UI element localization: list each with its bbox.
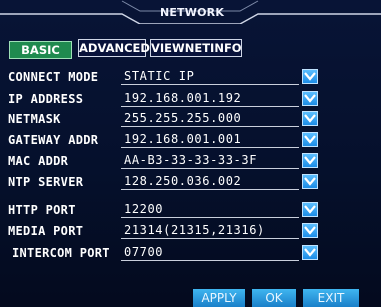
chevron-down-icon[interactable] (302, 132, 318, 147)
title-bar: NETWORK (0, 0, 381, 24)
field-netmask: NETMASK 255.255.255.000 (0, 110, 381, 128)
field-label: MAC ADDR (8, 154, 69, 168)
field-value: 12200 (124, 202, 164, 216)
field-value: 192.168.001.001 (124, 132, 242, 146)
field-label: IP ADDRESS (8, 92, 84, 106)
field-mac-addr: MAC ADDR AA-B3-33-33-33-3F (0, 152, 381, 170)
exit-button[interactable]: EXIT (303, 289, 359, 307)
tab-basic[interactable]: BASIC (9, 41, 72, 59)
chevron-down-icon[interactable] (302, 153, 318, 168)
intercom-port-input[interactable]: 07700 (121, 244, 299, 261)
chevron-down-icon[interactable] (302, 174, 318, 189)
chevron-down-icon[interactable] (302, 69, 318, 84)
chevron-down-icon[interactable] (302, 202, 318, 217)
field-value: 07700 (124, 245, 164, 259)
field-value: 21314(21315,21316) (124, 223, 265, 237)
http-port-input[interactable]: 12200 (121, 201, 299, 218)
field-value: 128.250.036.002 (124, 174, 242, 188)
apply-button[interactable]: APPLY (193, 289, 245, 307)
ntp-server-input[interactable]: 128.250.036.002 (121, 173, 299, 190)
field-intercom-port: INTERCOM PORT 07700 (0, 244, 381, 262)
field-label: NTP SERVER (8, 175, 84, 189)
ip-address-input[interactable]: 192.168.001.192 (121, 90, 299, 107)
field-value: AA-B3-33-33-33-3F (124, 153, 258, 167)
field-value: 255.255.255.000 (124, 111, 242, 125)
field-label: CONNECT MODE (8, 70, 99, 84)
field-value: 192.168.001.192 (124, 91, 242, 105)
network-settings-screen: NETWORK BASIC ADVANCED VIEWNETINFO CONNE… (0, 0, 381, 307)
field-gateway-addr: GATEWAY ADDR 192.168.001.001 (0, 131, 381, 149)
chevron-down-icon[interactable] (302, 91, 318, 106)
chevron-down-icon[interactable] (302, 223, 318, 238)
chevron-down-icon[interactable] (302, 111, 318, 126)
ok-button[interactable]: OK (252, 289, 296, 307)
field-media-port: MEDIA PORT 21314(21315,21316) (0, 222, 381, 240)
field-label: HTTP PORT (8, 203, 76, 217)
field-label: MEDIA PORT (8, 224, 84, 238)
field-label: GATEWAY ADDR (8, 133, 99, 147)
field-label: INTERCOM PORT (12, 246, 110, 260)
tab-viewnetinfo[interactable]: VIEWNETINFO (150, 39, 242, 57)
mac-addr-input[interactable]: AA-B3-33-33-33-3F (121, 152, 299, 169)
field-connect-mode: CONNECT MODE STATIC IP (0, 68, 381, 86)
connect-mode-select[interactable]: STATIC IP (121, 68, 299, 85)
field-http-port: HTTP PORT 12200 (0, 201, 381, 219)
field-value: STATIC IP (124, 69, 195, 83)
tab-advanced[interactable]: ADVANCED (78, 39, 150, 57)
netmask-input[interactable]: 255.255.255.000 (121, 110, 299, 127)
media-port-input[interactable]: 21314(21315,21316) (121, 222, 299, 239)
field-ntp-server: NTP SERVER 128.250.036.002 (0, 173, 381, 191)
window-title: NETWORK (159, 6, 225, 19)
chevron-down-icon[interactable] (302, 245, 318, 260)
field-ip-address: IP ADDRESS 192.168.001.192 (0, 90, 381, 108)
gateway-addr-input[interactable]: 192.168.001.001 (121, 131, 299, 148)
field-label: NETMASK (8, 112, 61, 126)
